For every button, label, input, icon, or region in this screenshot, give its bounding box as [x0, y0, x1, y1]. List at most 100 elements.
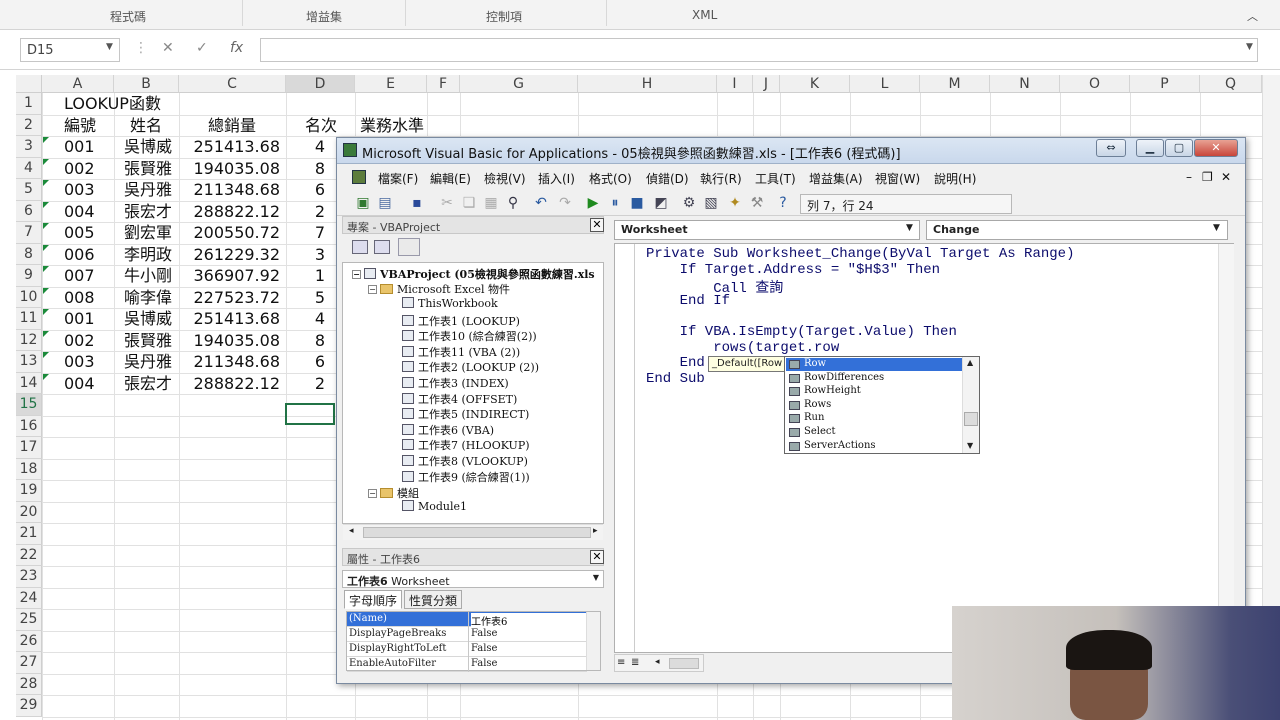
tab-categorized[interactable]: 性質分類: [404, 590, 463, 609]
id-cell[interactable]: 007: [64, 265, 104, 287]
id-cell[interactable]: 005: [64, 222, 104, 244]
column-header[interactable]: J: [753, 75, 780, 93]
menu-help[interactable]: 說明(H): [934, 170, 976, 187]
column-header[interactable]: B: [114, 75, 179, 93]
row-header[interactable]: 29: [16, 695, 42, 717]
id-cell[interactable]: 003: [64, 351, 104, 373]
object-combo-arrow-icon[interactable]: ▼: [906, 223, 913, 233]
menu-view[interactable]: 檢視(V): [484, 170, 526, 187]
properties-window-icon[interactable]: ▧: [702, 195, 720, 211]
column-header[interactable]: L: [850, 75, 920, 93]
child-close-icon[interactable]: ✕: [1221, 170, 1231, 184]
row-header[interactable]: 23: [16, 566, 42, 588]
autocomplete-item[interactable]: RowHeight: [786, 385, 962, 398]
tree-sheet-item[interactable]: 工作表6 (VBA): [402, 422, 494, 438]
tree-sheet-item[interactable]: 工作表7 (HLOOKUP): [402, 437, 530, 453]
sales-cell[interactable]: 251413.68: [180, 136, 280, 158]
row-header[interactable]: 28: [16, 673, 42, 695]
id-cell[interactable]: 004: [64, 373, 104, 395]
procedure-combo-arrow-icon[interactable]: ▼: [1213, 223, 1220, 233]
rank-cell[interactable]: 1: [290, 265, 325, 287]
sales-cell[interactable]: 194035.08: [180, 330, 280, 352]
row-header[interactable]: 8: [16, 243, 42, 265]
column-header[interactable]: G: [460, 75, 578, 93]
ribbon-group-controls[interactable]: 控制項: [486, 8, 522, 25]
column-header[interactable]: O: [1060, 75, 1130, 93]
cut-icon[interactable]: ✂: [438, 195, 456, 211]
menu-tools[interactable]: 工具(T): [755, 170, 796, 187]
name-cell[interactable]: 吳博威: [124, 136, 179, 158]
menu-file[interactable]: 檔案(F): [378, 170, 418, 187]
row-header[interactable]: 12: [16, 329, 42, 351]
child-minimize-icon[interactable]: –: [1186, 170, 1192, 184]
menu-run[interactable]: 執行(R): [700, 170, 742, 187]
sales-cell[interactable]: 251413.68: [180, 308, 280, 330]
code-line[interactable]: End Sub: [646, 371, 705, 387]
rank-cell[interactable]: 2: [290, 201, 325, 223]
properties-pane-close-icon[interactable]: ✕: [590, 550, 604, 564]
ribbon-group-code[interactable]: 程式碼: [110, 8, 146, 25]
sales-cell[interactable]: 194035.08: [180, 158, 280, 180]
enter-icon[interactable]: ✓: [196, 40, 208, 56]
cancel-icon[interactable]: ✕: [162, 40, 174, 56]
row-header[interactable]: 18: [16, 458, 42, 480]
code-line[interactable]: If Target.Address = "$H$3" Then: [646, 262, 940, 278]
row-header[interactable]: 11: [16, 308, 42, 330]
close-button[interactable]: ✕: [1194, 139, 1238, 157]
code-line[interactable]: End: [646, 355, 705, 371]
column-header[interactable]: H: [578, 75, 717, 93]
row-header[interactable]: 5: [16, 179, 42, 201]
object-browser-icon[interactable]: ✦: [726, 195, 744, 211]
row-header[interactable]: 17: [16, 437, 42, 459]
tree-sheet-item[interactable]: 工作表10 (綜合練習(2)): [402, 328, 537, 344]
tree-sheet-item[interactable]: 工作表3 (INDEX): [402, 375, 509, 391]
minimize-button[interactable]: ▁: [1136, 139, 1164, 157]
menu-edit[interactable]: 編輯(E): [430, 170, 471, 187]
ribbon-group-addins[interactable]: 增益集: [306, 8, 342, 25]
id-cell[interactable]: 006: [64, 244, 104, 266]
sales-cell[interactable]: 261229.32: [180, 244, 280, 266]
name-cell[interactable]: 喻李偉: [124, 287, 179, 309]
row-header[interactable]: 10: [16, 286, 42, 308]
tree-modules-folder[interactable]: − 模組: [368, 485, 419, 501]
name-cell[interactable]: 牛小剛: [124, 265, 179, 287]
column-header[interactable]: K: [780, 75, 850, 93]
redo-icon[interactable]: ↷: [556, 195, 574, 211]
copy-icon[interactable]: ❏: [460, 195, 478, 211]
name-cell[interactable]: 張賢雅: [124, 158, 179, 180]
autocomplete-scrollbar[interactable]: ▲ ▼: [962, 357, 979, 453]
code-vertical-scrollbar[interactable]: [1218, 244, 1234, 652]
autocomplete-item[interactable]: Run: [786, 412, 962, 425]
row-header[interactable]: 2: [16, 114, 42, 136]
find-icon[interactable]: ⚲: [504, 195, 522, 211]
name-cell[interactable]: 李明政: [124, 244, 179, 266]
row-header[interactable]: 19: [16, 480, 42, 502]
project-horizontal-scrollbar[interactable]: ◂ ▸: [343, 524, 603, 540]
ribbon-group-xml[interactable]: XML: [692, 8, 717, 22]
column-header[interactable]: M: [920, 75, 990, 93]
column-header[interactable]: E: [355, 75, 427, 93]
rank-cell[interactable]: 6: [290, 351, 325, 373]
insert-userform-icon[interactable]: ▤: [376, 195, 394, 211]
header-cell[interactable]: 編號: [64, 115, 124, 137]
row-header[interactable]: 25: [16, 609, 42, 631]
menu-insert[interactable]: 插入(I): [538, 170, 575, 187]
tree-sheet-item[interactable]: 工作表5 (INDIRECT): [402, 406, 529, 422]
rank-cell[interactable]: 7: [290, 222, 325, 244]
rank-cell[interactable]: 4: [290, 308, 325, 330]
sales-cell[interactable]: 211348.68: [180, 179, 280, 201]
tree-sheet-item[interactable]: ThisWorkbook: [402, 297, 498, 310]
rank-cell[interactable]: 2: [290, 373, 325, 395]
autocomplete-item[interactable]: ServerActions: [786, 440, 962, 453]
row-header[interactable]: 15: [16, 394, 42, 416]
name-cell[interactable]: 劉宏軍: [124, 222, 179, 244]
column-header[interactable]: I: [717, 75, 753, 93]
rank-cell[interactable]: 8: [290, 330, 325, 352]
child-restore-icon[interactable]: ❐: [1202, 170, 1213, 184]
menu-addins[interactable]: 增益集(A): [809, 170, 863, 187]
name-cell[interactable]: 吳博威: [124, 308, 179, 330]
expand-formula-icon[interactable]: ▼: [1246, 42, 1253, 52]
help-icon[interactable]: ?: [774, 195, 792, 211]
sales-cell[interactable]: 366907.92: [180, 265, 280, 287]
id-cell[interactable]: 003: [64, 179, 104, 201]
